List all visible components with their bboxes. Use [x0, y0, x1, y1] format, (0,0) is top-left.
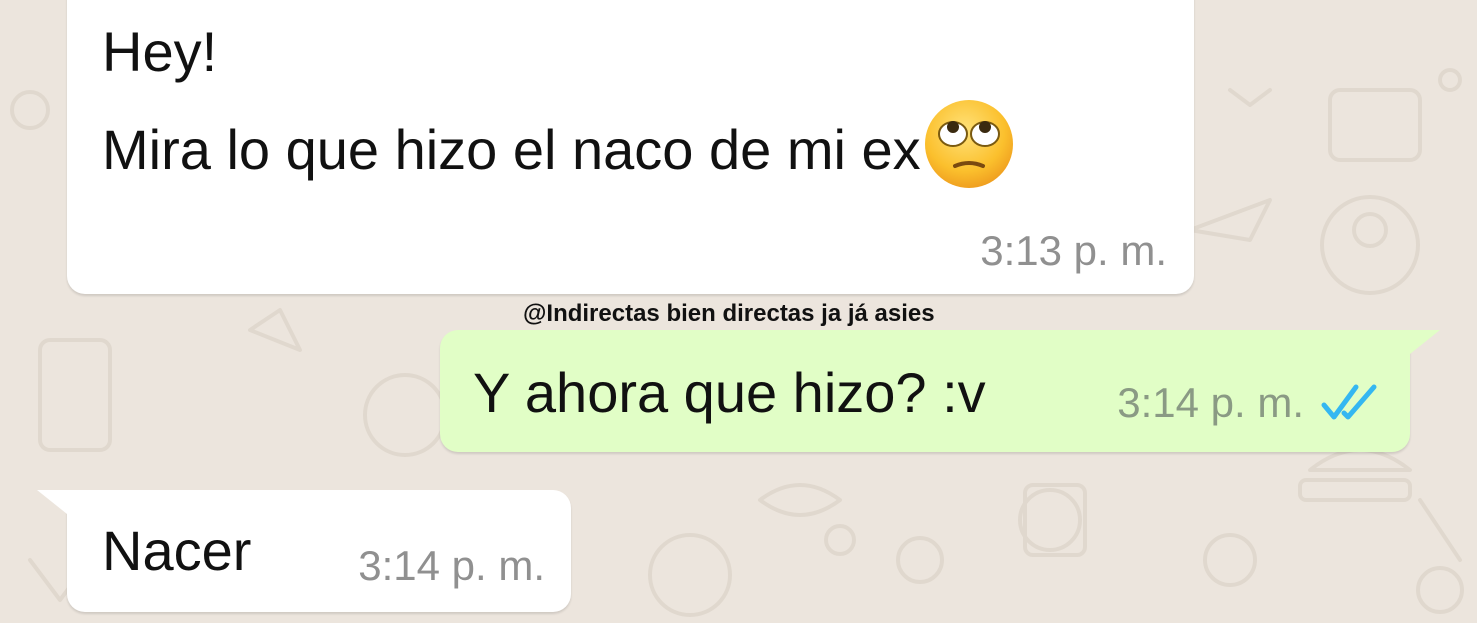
- bubble-tail: [37, 490, 67, 514]
- watermark-text: @Indirectas bien directas ja já asies: [523, 300, 935, 327]
- message-text: Y ahora que hizo? :v: [473, 361, 986, 424]
- message-timestamp: 3:14 p. m.: [358, 542, 545, 589]
- message-text-line: Hey!: [102, 20, 218, 83]
- chat-conversation: Hey! Mira lo que hizo el naco de mi ex 3…: [0, 0, 1477, 623]
- double-check-icon: [1321, 384, 1377, 420]
- message-timestamp: 3:13 p. m.: [980, 227, 1167, 274]
- message-text-line: Mira lo que hizo el naco de mi ex: [102, 100, 1015, 190]
- message-timestamp: 3:14 p. m.: [1117, 379, 1304, 426]
- incoming-message-bubble[interactable]: Hey! Mira lo que hizo el naco de mi ex 3…: [67, 0, 1194, 294]
- eye-roll-emoji: [924, 100, 1013, 188]
- message-text: Mira lo que hizo el naco de mi ex: [102, 117, 921, 181]
- message-text: Nacer: [102, 519, 252, 582]
- bubble-tail: [1410, 330, 1440, 354]
- message-meta: 3:14 p. m.: [1117, 382, 1382, 424]
- outgoing-message-bubble[interactable]: Y ahora que hizo? :v 3:14 p. m.: [440, 330, 1440, 452]
- incoming-message-bubble[interactable]: Nacer 3:14 p. m.: [37, 490, 571, 612]
